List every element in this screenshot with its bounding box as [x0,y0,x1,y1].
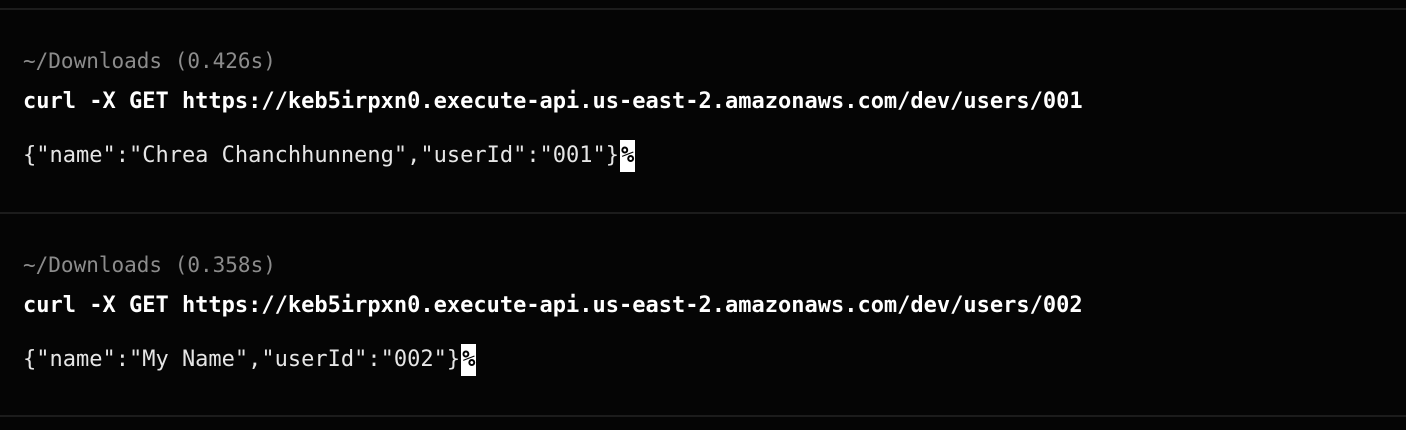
end-of-output-marker: % [620,140,636,172]
block-divider [0,8,1406,10]
output-text: {"name":"Chrea Chanchhunneng","userId":"… [23,143,620,168]
block-prompt: ~/Downloads (0.426s) [23,49,276,73]
block-divider [0,212,1406,214]
block-divider [0,415,1406,417]
block-command: curl -X GET https://keb5irpxn0.execute-a… [23,89,1083,114]
block-prompt: ~/Downloads (0.358s) [23,253,276,277]
block-output: {"name":"Chrea Chanchhunneng","userId":"… [23,140,636,172]
block-command: curl -X GET https://keb5irpxn0.execute-a… [23,293,1083,318]
block-output: {"name":"My Name","userId":"002"}% [23,344,477,376]
output-text: {"name":"My Name","userId":"002"} [23,347,461,372]
end-of-output-marker: % [461,344,477,376]
